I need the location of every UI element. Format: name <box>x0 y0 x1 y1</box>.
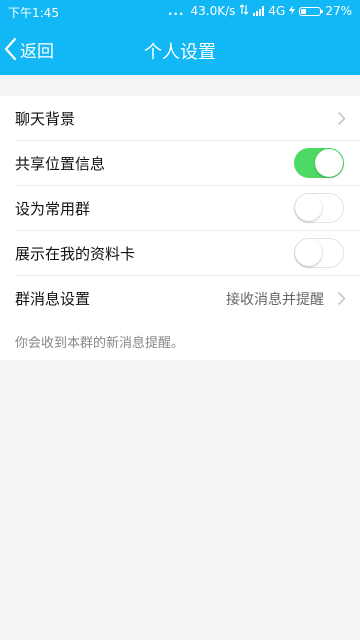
battery-fill <box>301 8 307 14</box>
toggle-knob <box>295 194 322 221</box>
network-type: 4G <box>268 4 286 18</box>
signal-icon <box>253 6 265 16</box>
charging-icon <box>289 4 296 18</box>
toggle-track <box>294 193 344 223</box>
more-dots: ... <box>167 4 185 18</box>
status-bar: 下午1:45 ... 43.0K/s 4G 27% <box>0 0 360 24</box>
network-speed: 43.0K/s <box>190 4 236 18</box>
chevron-right-icon <box>337 291 346 310</box>
chat-background-row[interactable]: 聊天背景 <box>0 96 360 141</box>
battery-percent: 27% <box>325 4 352 18</box>
header: 下午1:45 ... 43.0K/s 4G 27% 返回 个人设置 <box>0 0 360 75</box>
hint-text: 你会收到本群的新消息提醒。 <box>15 336 185 351</box>
group-message-value: 接收消息并提醒 <box>226 292 324 308</box>
share-location-label: 共享位置信息 <box>15 155 106 173</box>
frequent-group-toggle[interactable] <box>294 193 344 223</box>
title-bar: 返回 个人设置 <box>0 24 360 75</box>
status-indicators: ... 43.0K/s 4G 27% <box>168 4 352 18</box>
share-location-row: 共享位置信息 <box>0 141 360 186</box>
screen: 下午1:45 ... 43.0K/s 4G 27% 返回 个人设置 聊天背景 共… <box>0 0 360 640</box>
toggle-knob <box>315 149 343 177</box>
group-message-label: 群消息设置 <box>15 290 91 308</box>
toggle-track <box>294 148 344 178</box>
data-transfer-icon <box>239 4 249 18</box>
settings-list: 聊天背景 共享位置信息 设为常用群 展示在我的资料卡 群消息设置 接收消息并提醒 <box>0 96 360 321</box>
toggle-track <box>294 238 344 268</box>
toggle-knob <box>295 239 322 266</box>
status-time: 下午1:45 <box>8 6 59 20</box>
chevron-right-icon <box>337 111 346 130</box>
group-message-row[interactable]: 群消息设置 接收消息并提醒 <box>0 276 360 321</box>
battery-icon <box>299 6 324 16</box>
show-on-profile-toggle[interactable] <box>294 238 344 268</box>
hint-section: 你会收到本群的新消息提醒。 <box>0 320 360 360</box>
share-location-toggle[interactable] <box>294 148 344 178</box>
show-on-profile-label: 展示在我的资料卡 <box>15 245 136 263</box>
frequent-group-row: 设为常用群 <box>0 186 360 231</box>
page-title: 个人设置 <box>144 42 216 63</box>
chat-background-label: 聊天背景 <box>15 110 76 128</box>
show-on-profile-row: 展示在我的资料卡 <box>0 231 360 276</box>
frequent-group-label: 设为常用群 <box>15 200 91 218</box>
